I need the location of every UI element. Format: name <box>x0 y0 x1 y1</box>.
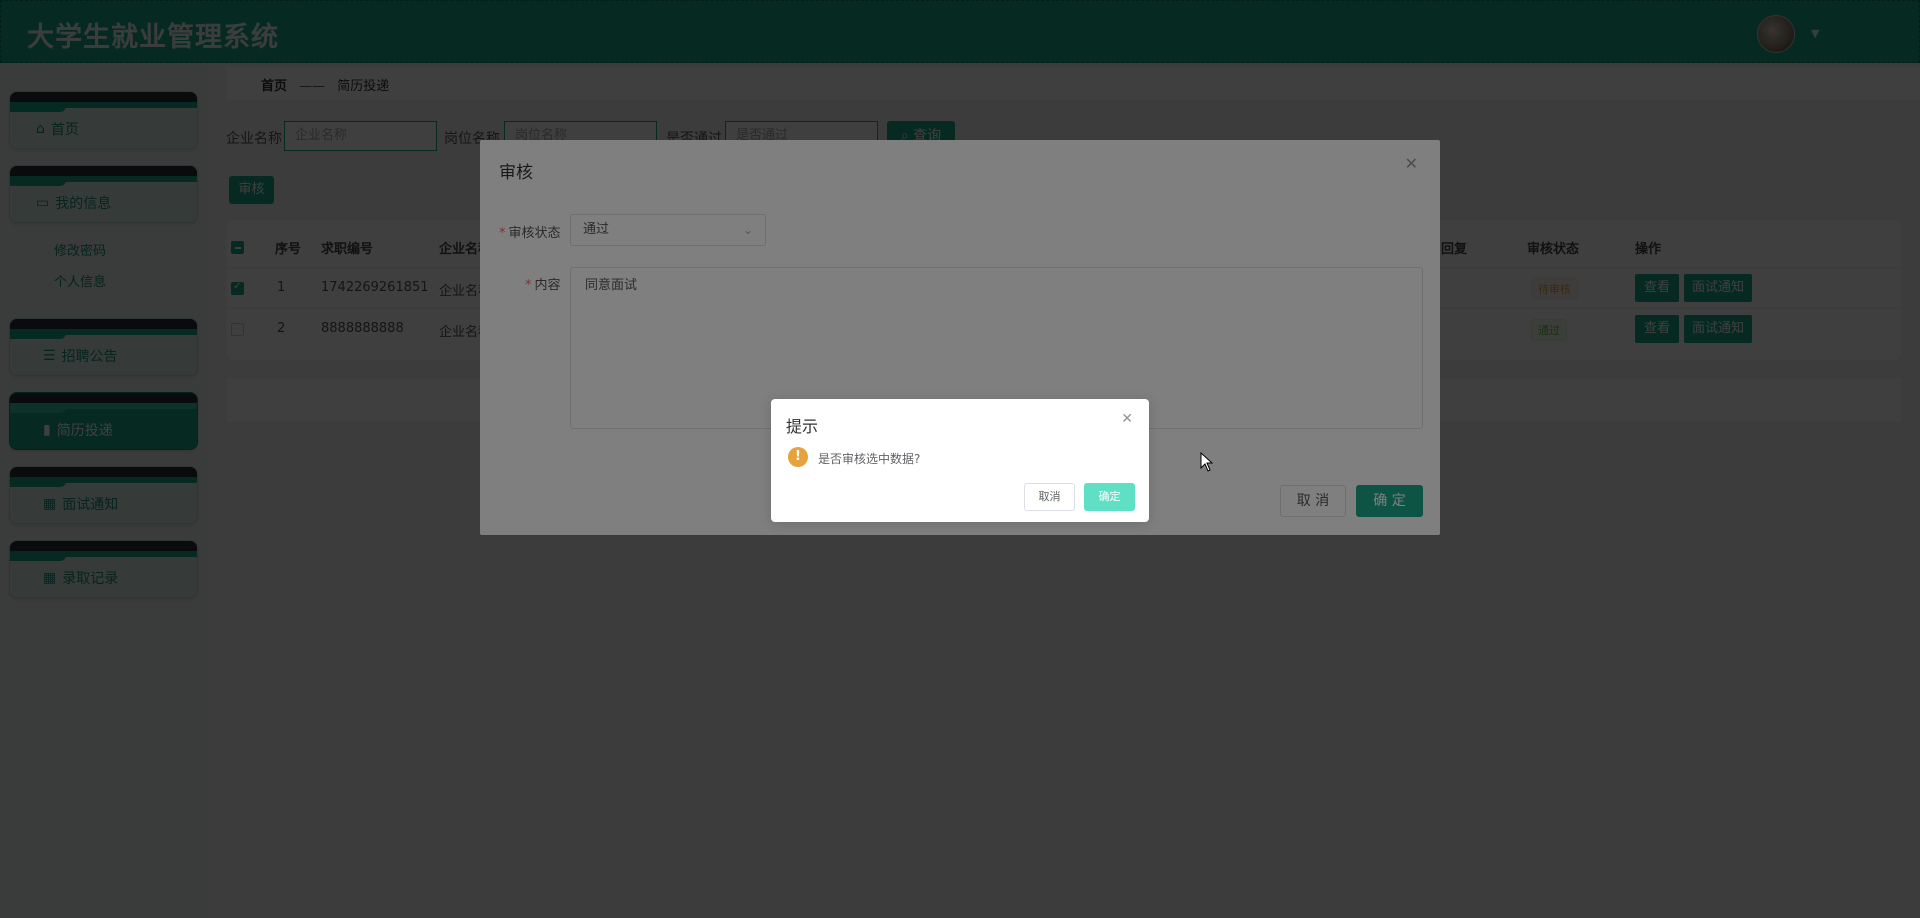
messagebox-message: 是否审核选中数据? <box>818 452 921 466</box>
messagebox-cancel-button[interactable]: 取消 <box>1024 483 1075 511</box>
warning-icon: ! <box>788 447 808 467</box>
mouse-cursor-icon <box>1200 452 1214 472</box>
confirm-messagebox: 提示 ✕ ! 是否审核选中数据? 取消 确定 <box>771 399 1149 522</box>
messagebox-title: 提示 <box>786 417 819 436</box>
close-icon[interactable]: ✕ <box>1121 411 1133 427</box>
messagebox-confirm-button[interactable]: 确定 <box>1084 483 1135 511</box>
